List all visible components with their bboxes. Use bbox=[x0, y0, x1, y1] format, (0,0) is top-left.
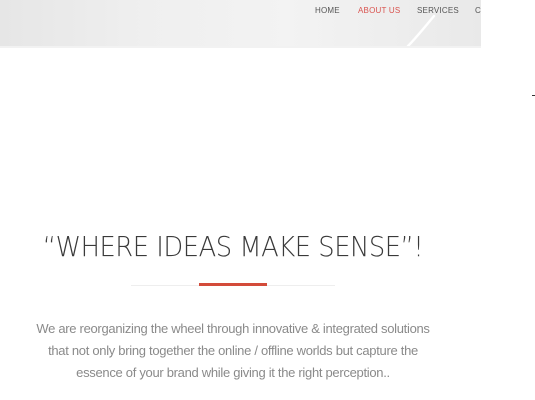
header-divider bbox=[0, 46, 481, 48]
headline-accent-bar bbox=[199, 283, 267, 286]
site-header: HOME ABOUT US SERVICES C bbox=[0, 0, 481, 46]
nav-item-home[interactable]: HOME bbox=[315, 6, 340, 15]
decorative-swoosh-graphic bbox=[406, 14, 436, 46]
hero-tagline: We are reorganizing the wheel through in… bbox=[4, 318, 462, 384]
tagline-line-1: We are reorganizing the wheel through in… bbox=[36, 321, 430, 336]
tagline-line-3: essence of your brand while giving it th… bbox=[76, 365, 390, 380]
browser-viewport: HOME ABOUT US SERVICES C “WHERE IDEAS MA… bbox=[0, 0, 535, 400]
nav-item-contact[interactable]: C bbox=[475, 6, 481, 15]
nav-item-about-us[interactable]: ABOUT US bbox=[358, 6, 400, 15]
page: HOME ABOUT US SERVICES C “WHERE IDEAS MA… bbox=[0, 0, 481, 400]
hero-headline: “WHERE IDEAS MAKE SENSE”! bbox=[42, 230, 424, 263]
tagline-line-2: that not only bring together the online … bbox=[48, 343, 418, 358]
nav-item-services[interactable]: SERVICES bbox=[417, 6, 459, 15]
